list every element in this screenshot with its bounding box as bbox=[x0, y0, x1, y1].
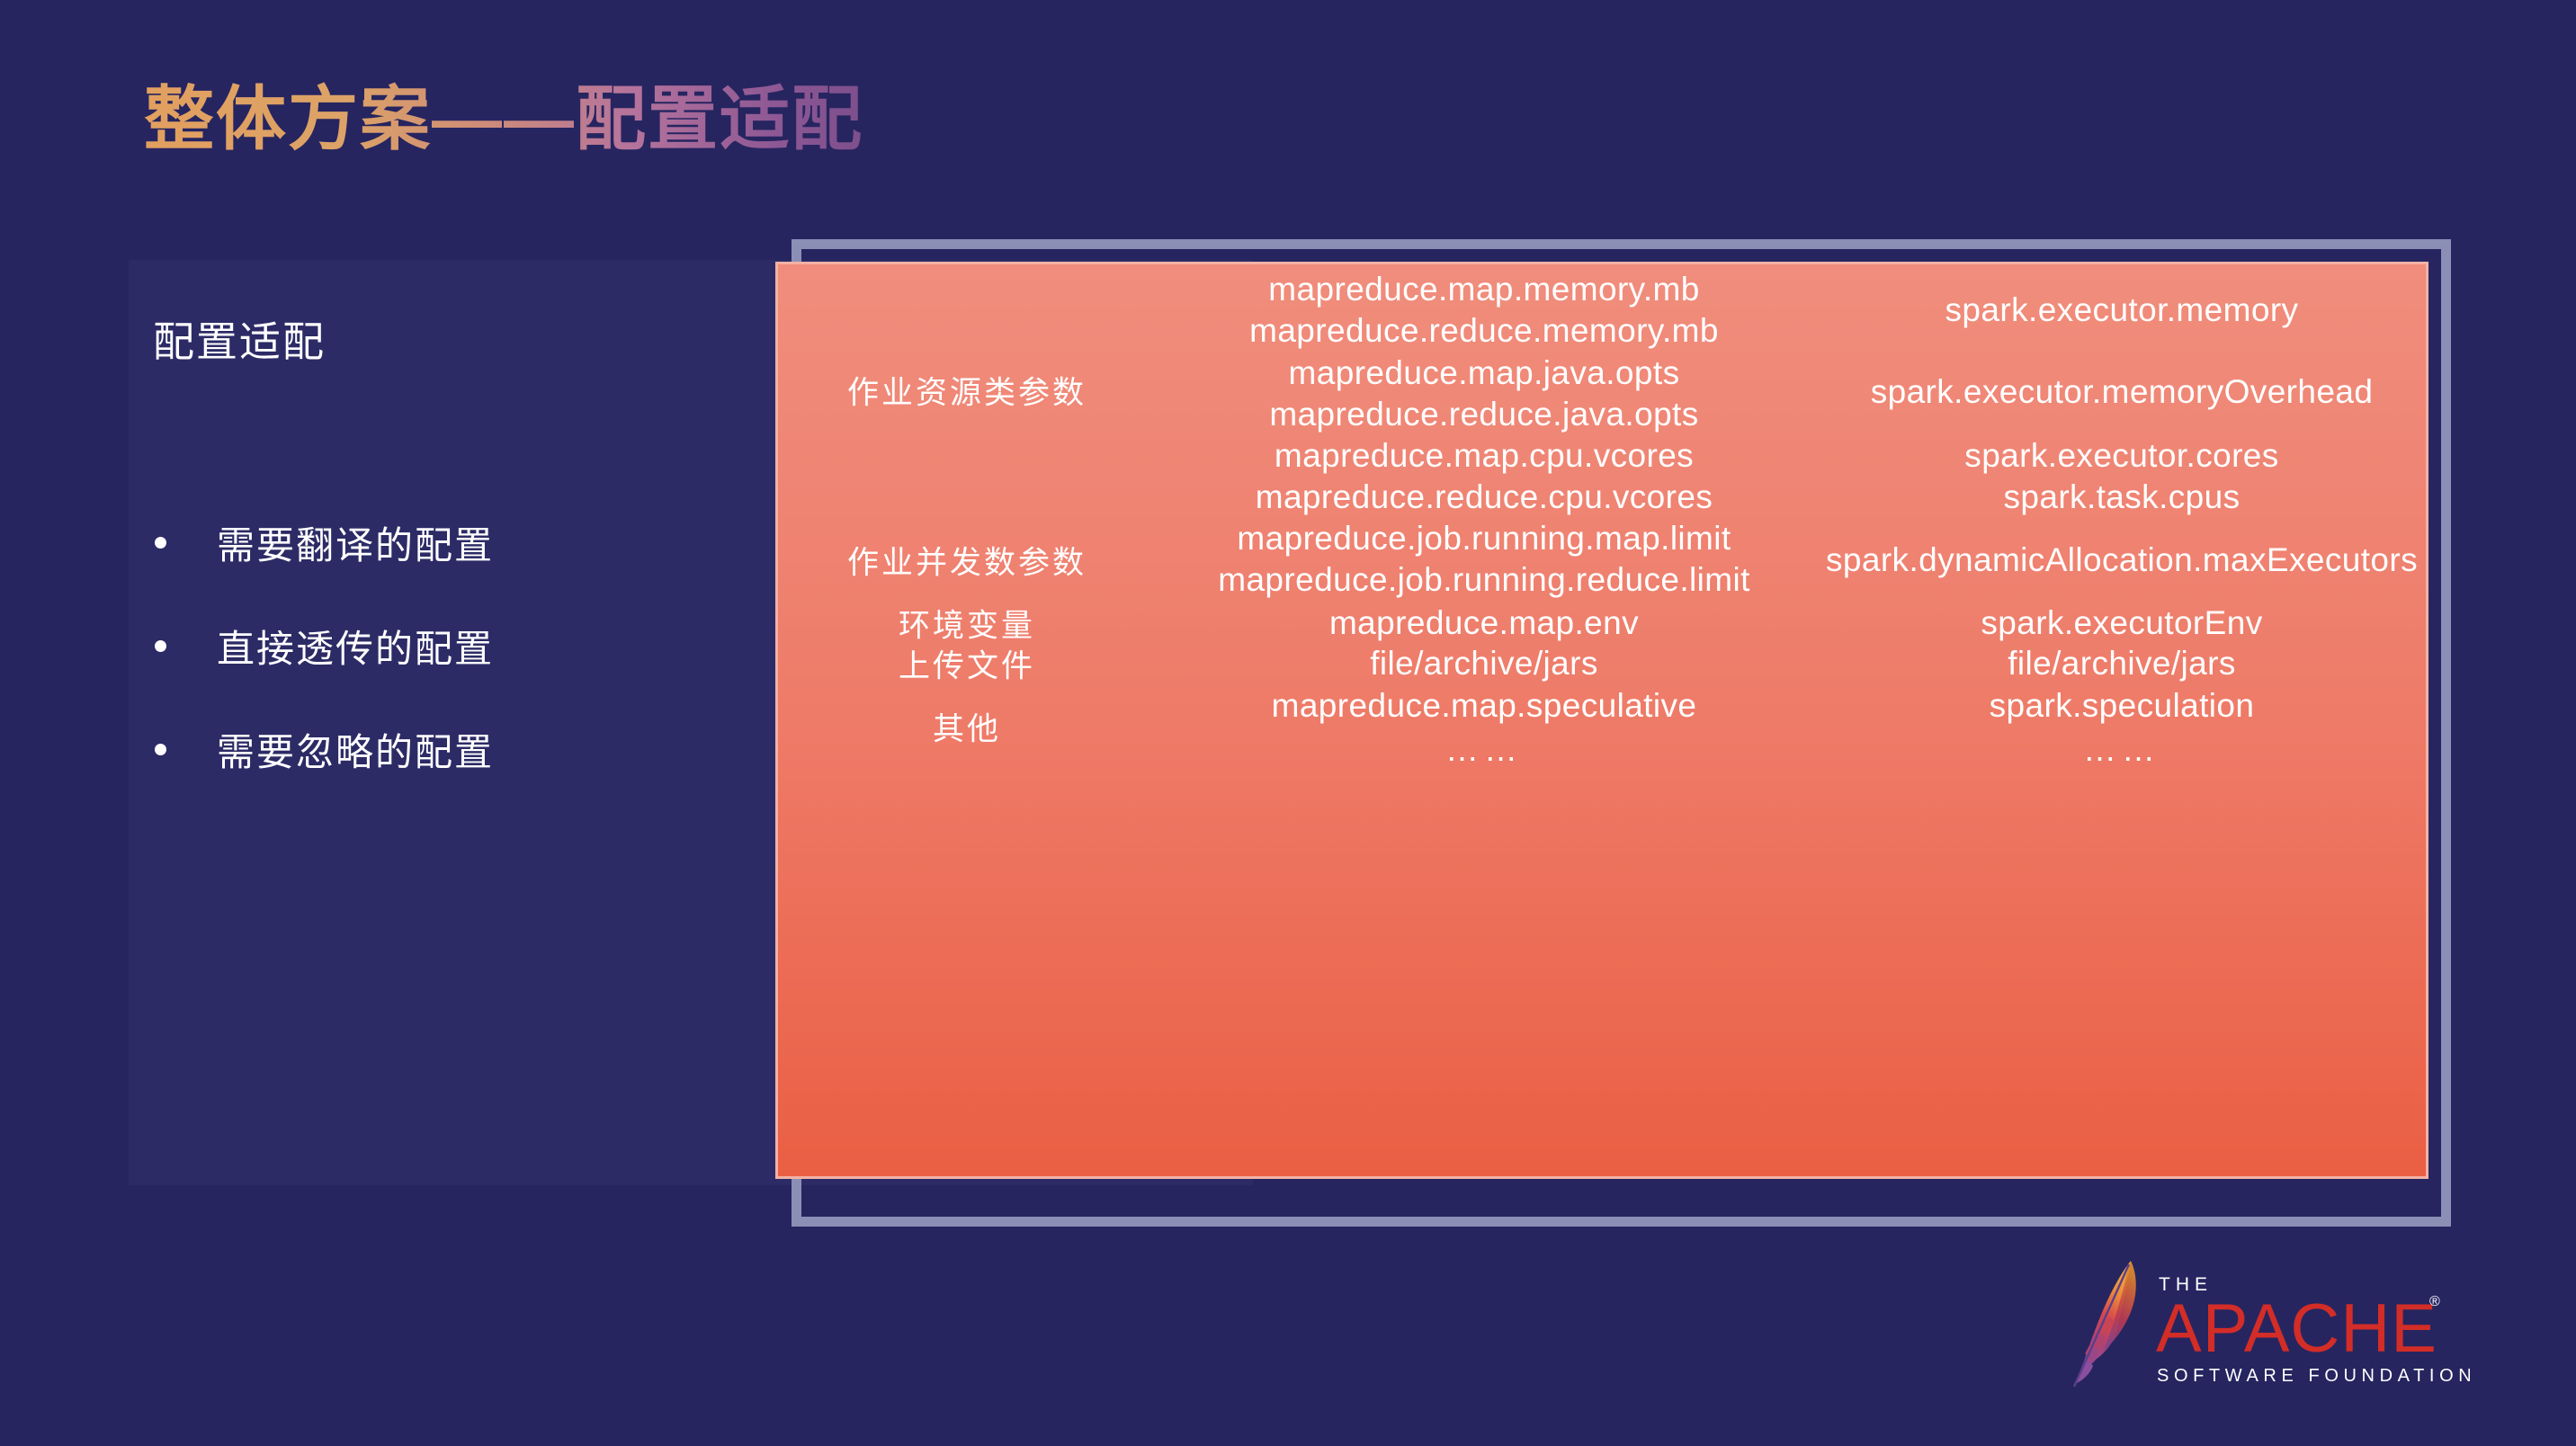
feather-icon bbox=[2072, 1261, 2136, 1388]
table-cell-mapreduce: mapreduce.map.cpu.vcores bbox=[1274, 437, 1695, 474]
table-cell-mapreduce: mapreduce.map.speculative bbox=[1271, 687, 1697, 724]
page-title: 整体方案——配置适配 bbox=[144, 79, 864, 158]
table-cell-spark: spark.executor.memoryOverhead bbox=[1870, 373, 2374, 410]
table-cell-mapreduce-ellipsis: …… bbox=[1445, 731, 1523, 768]
config-mapping-panel: 作业资源类参数 mapreduce.map.memory.mb mapreduc… bbox=[775, 262, 2428, 1179]
table-cell-mapreduce: mapreduce.reduce.cpu.vcores bbox=[1255, 478, 1713, 515]
table-cell-mapreduce: mapreduce.reduce.java.opts bbox=[1269, 396, 1699, 433]
row-label-env-vars: 环境变量 bbox=[898, 608, 1035, 644]
bullet-label: 需要翻译的配置 bbox=[217, 524, 495, 567]
table-cell-mapreduce: mapreduce.map.env bbox=[1328, 604, 1640, 641]
row-label-concurrency-params: 作业并发数参数 bbox=[846, 545, 1087, 581]
bullet-dot-icon bbox=[155, 640, 166, 652]
logo-foundation-text: SOFTWARE FOUNDATION bbox=[2157, 1366, 2470, 1386]
row-label-resource-params: 作业资源类参数 bbox=[846, 375, 1087, 411]
table-cell-spark: spark.speculation bbox=[1989, 687, 2255, 724]
table-cell-spark-ellipsis: …… bbox=[2083, 731, 2160, 768]
logo-apache-text: APACHE bbox=[2156, 1290, 2437, 1367]
row-label-other: 其他 bbox=[932, 711, 1001, 747]
table-cell-mapreduce: mapreduce.job.running.reduce.limit bbox=[1218, 561, 1750, 598]
bullet-label: 需要忽略的配置 bbox=[217, 731, 495, 773]
registered-trademark-icon: ® bbox=[2429, 1294, 2440, 1309]
list-item: 需要忽略的配置 bbox=[155, 698, 784, 801]
left-section-heading: 配置适配 bbox=[153, 318, 326, 365]
bullet-dot-icon bbox=[155, 744, 166, 755]
row-label-upload-files: 上传文件 bbox=[898, 648, 1035, 684]
bullet-dot-icon bbox=[155, 537, 166, 549]
table-cell-mapreduce: mapreduce.reduce.memory.mb bbox=[1249, 312, 1719, 349]
table-cell-spark: spark.executor.memory bbox=[1945, 291, 2299, 328]
table-cell-spark: spark.dynamicAllocation.maxExecutors bbox=[1825, 541, 2419, 578]
table-cell-mapreduce: mapreduce.map.java.opts bbox=[1288, 354, 1680, 391]
table-cell-spark: file/archive/jars bbox=[2008, 645, 2236, 682]
list-item: 直接透传的配置 bbox=[155, 594, 784, 698]
table-cell-mapreduce: mapreduce.job.running.map.limit bbox=[1237, 520, 1731, 557]
bullet-label: 直接透传的配置 bbox=[217, 628, 495, 670]
table-cell-spark: spark.executor.cores bbox=[1964, 437, 2279, 474]
table-cell-spark: spark.executorEnv bbox=[1981, 604, 2263, 641]
table-cell-mapreduce: file/archive/jars bbox=[1370, 645, 1598, 682]
slide-root: 整体方案——配置适配 配置适配 需要翻译的配置 直接透传的配置 需要忽略的配置 … bbox=[0, 0, 2576, 1446]
table-cell-mapreduce: mapreduce.map.memory.mb bbox=[1268, 271, 1700, 308]
table-cell-spark: spark.task.cpus bbox=[2003, 478, 2241, 515]
apache-foundation-logo: THE APACHE ® SOFTWARE FOUNDATION bbox=[2065, 1250, 2470, 1394]
config-mapping-grid: 作业资源类参数 mapreduce.map.memory.mb mapreduc… bbox=[778, 264, 2426, 1176]
bullet-list: 需要翻译的配置 直接透传的配置 需要忽略的配置 bbox=[155, 491, 784, 801]
apache-logo-svg: THE APACHE ® SOFTWARE FOUNDATION bbox=[2072, 1261, 2470, 1388]
list-item: 需要翻译的配置 bbox=[155, 491, 784, 594]
